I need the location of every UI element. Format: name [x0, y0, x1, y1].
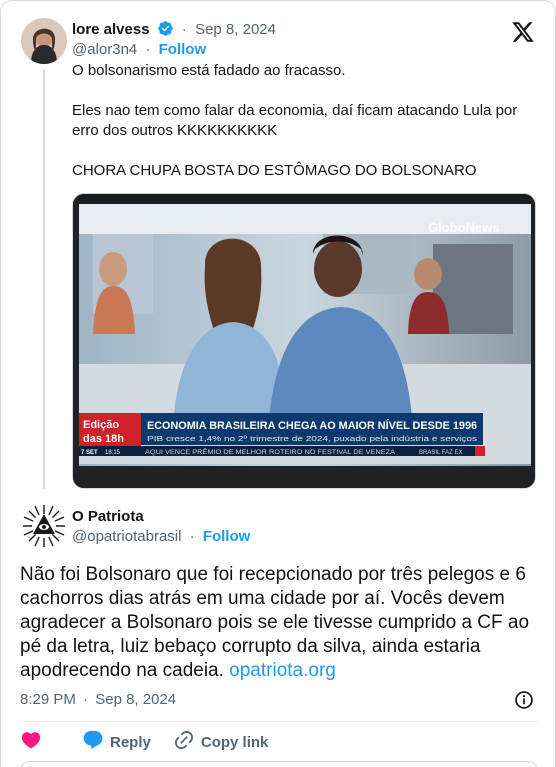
- parent-tweet-text: O bolsonarismo está fadado ao fracasso. …: [72, 61, 542, 181]
- news-ticker-right: BRASIL FAZ EX: [419, 450, 462, 456]
- like-button[interactable]: [20, 729, 48, 755]
- reply-button[interactable]: Reply: [82, 729, 151, 755]
- tweet-timestamp[interactable]: 8:29 PM · Sep 8, 2024: [20, 690, 176, 710]
- author-handle[interactable]: @opatriotabrasil: [72, 528, 181, 545]
- link-icon: [173, 729, 201, 755]
- tweet-embed-card: lore alvess · Sep 8, 2024 @alor3n4 · Fol…: [0, 0, 556, 767]
- parent-handle-line: @alor3n4 · Follow: [72, 40, 206, 60]
- reply-label: Reply: [110, 733, 151, 751]
- info-icon[interactable]: [514, 690, 534, 710]
- divider: [20, 721, 538, 722]
- date-tag: 7 SET: [81, 450, 98, 456]
- channel-logo: GloboNews: [428, 220, 500, 235]
- read-replies-button[interactable]: [20, 761, 538, 767]
- separator-dot: ·: [83, 691, 89, 708]
- thread-connector-line: [43, 69, 45, 489]
- tv-news-screenshot: GloboNews Edição das 18h ECONOMIA BRASIL…: [73, 194, 535, 488]
- main-handle-line: @opatriotabrasil · Follow: [72, 527, 250, 547]
- tweet-link[interactable]: opatriota.org: [229, 660, 336, 681]
- tweet-text-line: Eles nao tem como falar da economia, daí…: [72, 102, 518, 139]
- copy-link-button[interactable]: Copy link: [173, 729, 269, 755]
- tweet-media-photo[interactable]: GloboNews Edição das 18h ECONOMIA BRASIL…: [72, 193, 536, 489]
- program-label: Edição: [83, 419, 119, 431]
- tweet-text-line: O bolsonarismo está fadado ao fracasso.: [72, 62, 346, 79]
- tweet-date: Sep 8, 2024: [95, 691, 177, 708]
- tweet-text-line: [72, 141, 542, 161]
- copy-link-label: Copy link: [200, 733, 269, 751]
- main-tweet-text: Não foi Bolsonaro que foi recepcionado p…: [20, 563, 540, 683]
- program-label: das 18h: [83, 433, 124, 445]
- avatar[interactable]: [21, 503, 67, 549]
- tweet-actions: Reply Copy link: [20, 730, 290, 754]
- tweet-text-line: [72, 81, 542, 101]
- news-ticker: AQUI VENCE PRÊMIO DE MELHOR ROTEIRO NO F…: [145, 448, 395, 456]
- follow-button[interactable]: Follow: [203, 528, 251, 545]
- time-tag: 18:15: [105, 450, 121, 456]
- tweet-text-line: CHORA CHUPA BOSTA DO ESTÔMAGO DO BOLSONA…: [72, 162, 477, 179]
- main-author-line: O Patriota: [72, 507, 144, 527]
- tweet-date[interactable]: Sep 8, 2024: [195, 21, 276, 38]
- author-name[interactable]: lore alvess: [72, 21, 150, 38]
- news-subline: PIB cresce 1,4% no 2º trimestre de 2024,…: [147, 436, 478, 443]
- reply-bubble-icon: [82, 729, 110, 755]
- news-headline: ECONOMIA BRASILEIRA CHEGA AO MAIOR NÍVEL…: [147, 419, 477, 432]
- separator-dot: ·: [181, 21, 187, 38]
- heart-icon: [20, 729, 48, 755]
- author-name[interactable]: O Patriota: [72, 508, 144, 525]
- follow-button[interactable]: Follow: [159, 41, 207, 58]
- x-logo-icon[interactable]: [511, 20, 535, 44]
- avatar[interactable]: [21, 18, 67, 64]
- separator-dot: ·: [189, 528, 195, 545]
- tweet-time: 8:29 PM: [20, 691, 76, 708]
- author-handle[interactable]: @alor3n4: [72, 41, 137, 58]
- separator-dot: ·: [145, 41, 151, 58]
